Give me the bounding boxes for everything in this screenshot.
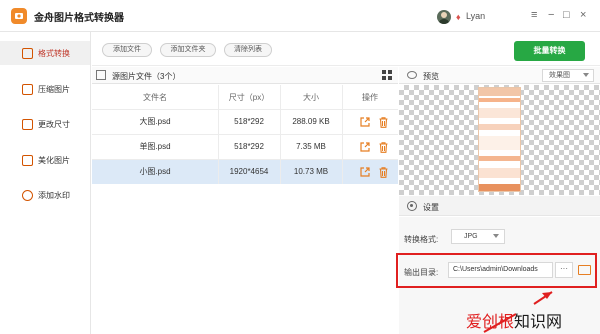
grid-view-icon[interactable] xyxy=(382,70,393,81)
column-divider xyxy=(342,85,343,184)
sidebar-item-label: 格式转换 xyxy=(38,48,70,58)
output-dir-field[interactable]: C:\Users\admin\Downloads xyxy=(448,262,553,278)
watermark-text: 爱创根知识网 xyxy=(466,308,562,332)
batch-convert-button[interactable]: 批量转换 xyxy=(514,41,585,61)
file-dimensions: 518*292 xyxy=(234,117,264,126)
clear-list-button[interactable]: 清除列表 xyxy=(224,43,272,57)
beautify-icon xyxy=(22,154,33,166)
menu-button[interactable]: ≡ xyxy=(531,9,537,21)
file-list-title: 源图片文件（3个） xyxy=(112,72,181,81)
column-divider xyxy=(218,85,219,184)
file-size: 288.09 KB xyxy=(292,117,330,126)
app-logo-icon xyxy=(11,8,27,24)
open-file-icon[interactable] xyxy=(360,117,370,127)
watermark-icon xyxy=(22,189,33,201)
table-row[interactable]: 小图.psd 1920*4654 10.73 MB xyxy=(92,160,398,185)
sidebar-item-format-convert[interactable]: 格式转换 xyxy=(0,41,90,65)
open-file-icon[interactable] xyxy=(360,142,370,152)
table-row[interactable]: 大图.psd 518*292 288.09 KB xyxy=(92,110,398,135)
username[interactable]: Lyan xyxy=(466,11,485,21)
app-title: 金舟图片格式转换器 xyxy=(34,13,124,24)
sidebar-item-label: 添加水印 xyxy=(38,190,70,200)
avatar[interactable] xyxy=(437,10,451,24)
file-dimensions: 518*292 xyxy=(234,142,264,151)
sidebar-item-beautify[interactable]: 美化图片 xyxy=(0,148,90,172)
title-bar: 金舟图片格式转换器 ♦ Lyan ≡ − □ × xyxy=(0,0,600,32)
sidebar-item-resize[interactable]: 更改尺寸 xyxy=(0,112,90,136)
preview-mode-select[interactable]: 效果图 xyxy=(542,69,594,82)
column-header-filename: 文件名 xyxy=(92,85,218,110)
column-header-dimensions: 尺寸（px） xyxy=(218,85,280,110)
gear-icon xyxy=(407,201,417,211)
folder-icon[interactable] xyxy=(578,265,591,275)
output-dir-label: 输出目录: xyxy=(404,268,439,277)
delete-icon[interactable] xyxy=(379,117,388,128)
format-value: JPG xyxy=(464,233,478,240)
browse-more-button[interactable]: ··· xyxy=(555,262,573,278)
image-icon xyxy=(96,70,106,80)
file-dimensions: 1920*4654 xyxy=(229,167,269,176)
preview-mode-value: 效果图 xyxy=(549,72,570,79)
settings-header: 设置 xyxy=(399,196,600,216)
convert-icon xyxy=(22,47,33,59)
watermark-rest: 知识网 xyxy=(514,314,563,331)
delete-icon[interactable] xyxy=(379,167,388,178)
close-button[interactable]: × xyxy=(580,9,586,21)
compress-icon xyxy=(22,83,33,95)
file-name: 大图.psd xyxy=(139,117,171,126)
preview-title: 预览 xyxy=(423,72,439,81)
file-size: 10.73 MB xyxy=(293,167,329,176)
file-name: 小图.psd xyxy=(139,167,171,176)
watermark-red-part: 爱创根 xyxy=(466,314,515,331)
minimize-button[interactable]: − xyxy=(548,9,554,21)
sidebar-item-label: 美化图片 xyxy=(38,155,70,165)
file-name: 单图.psd xyxy=(139,142,171,151)
delete-icon[interactable] xyxy=(379,142,388,153)
format-label: 转换格式: xyxy=(404,235,439,244)
maximize-button[interactable]: □ xyxy=(563,9,570,21)
column-divider xyxy=(280,85,281,184)
add-folder-button[interactable]: 添加文件夹 xyxy=(160,43,216,57)
sidebar-item-label: 压缩图片 xyxy=(38,84,70,94)
table-row[interactable]: 单图.psd 518*292 7.35 MB xyxy=(92,135,398,160)
sidebar-item-watermark[interactable]: 添加水印 xyxy=(0,183,90,207)
vip-diamond-icon: ♦ xyxy=(456,12,461,22)
chevron-down-icon xyxy=(583,73,589,77)
sidebar-item-label: 更改尺寸 xyxy=(38,119,70,129)
column-header-size: 大小 xyxy=(280,85,342,110)
resize-icon xyxy=(22,118,33,130)
column-header-actions: 操作 xyxy=(342,85,398,110)
format-select[interactable]: JPG xyxy=(451,229,505,244)
file-size: 7.35 MB xyxy=(296,142,326,151)
settings-title: 设置 xyxy=(423,203,439,212)
add-file-button[interactable]: 添加文件 xyxy=(102,43,152,57)
file-list-empty-area xyxy=(92,184,398,334)
preview-thumbnail xyxy=(478,87,521,192)
sidebar: 格式转换 压缩图片 更改尺寸 美化图片 添加水印 xyxy=(0,32,91,334)
file-list-header: 源图片文件（3个） xyxy=(92,67,398,84)
open-file-icon[interactable] xyxy=(360,167,370,177)
chevron-down-icon xyxy=(493,234,499,238)
sidebar-item-compress[interactable]: 压缩图片 xyxy=(0,77,90,101)
eye-icon xyxy=(407,71,417,79)
